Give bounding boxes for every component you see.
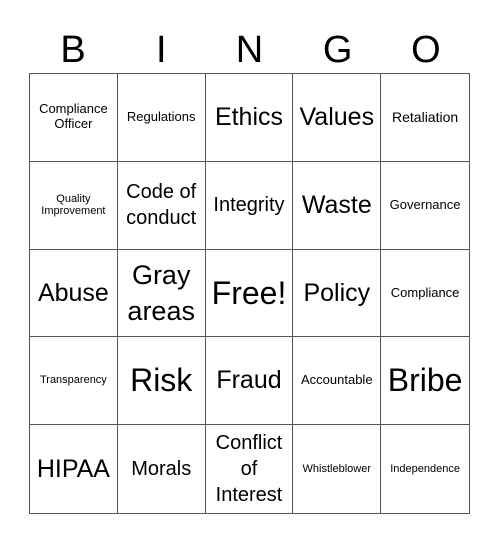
bingo-cell-text: Compliance Officer <box>39 101 108 132</box>
bingo-cell-text: Policy <box>303 278 371 307</box>
bingo-cell[interactable]: Policy <box>293 249 382 338</box>
bingo-cell[interactable]: Conflict of Interest <box>206 425 294 513</box>
bingo-cell[interactable]: Fraud <box>205 337 294 426</box>
bingo-cell[interactable]: Compliance <box>381 250 469 338</box>
bingo-cell[interactable]: Ethics <box>205 74 294 162</box>
bingo-cell-text: Compliance <box>390 284 460 300</box>
bingo-cell[interactable]: Gray areas <box>117 249 206 338</box>
bingo-cell-text: Accountable <box>301 372 373 388</box>
bingo-cell-text: Transparency <box>39 374 107 387</box>
bingo-cell[interactable]: Integrity <box>205 161 294 250</box>
bingo-cell-text: Whistleblower <box>302 462 372 475</box>
bingo-cell-text: Free! <box>211 274 287 311</box>
bingo-cell-text: HIPAA <box>36 454 110 483</box>
header-letter-i: I <box>156 29 167 71</box>
bingo-header: B I N G O <box>29 28 470 72</box>
bingo-cell[interactable]: Bribe <box>381 337 469 426</box>
bingo-cell[interactable]: Compliance Officer <box>30 74 118 162</box>
bingo-cell-text: Morals <box>131 458 192 481</box>
bingo-cell[interactable]: Waste <box>293 161 382 250</box>
header-letter-g: G <box>322 29 353 71</box>
bingo-cell[interactable]: HIPAA <box>30 425 118 513</box>
header-letter-o: O <box>411 29 441 71</box>
bingo-cell-text: Ethics <box>214 103 284 132</box>
bingo-cell[interactable]: Accountable <box>293 337 382 426</box>
bingo-cell-text: Code of conduct <box>126 181 197 230</box>
bingo-cell[interactable]: Risk <box>117 337 206 426</box>
bingo-grid: Compliance Officer Regulations Ethics Value… <box>29 73 470 514</box>
bingo-cell[interactable]: Abuse <box>30 249 118 338</box>
bingo-cell[interactable]: Transparency <box>30 337 118 426</box>
bingo-cell[interactable]: Regulations <box>117 74 206 162</box>
bingo-cell[interactable]: Quality Improvement <box>30 161 118 250</box>
bingo-cell[interactable]: Whistleblower <box>293 425 382 513</box>
bingo-cell-text: Independence <box>390 462 460 475</box>
bingo-cell[interactable]: Morals <box>118 425 206 513</box>
bingo-cell-text: Risk <box>130 362 193 399</box>
bingo-cell-text: Bribe <box>387 362 463 399</box>
bingo-cell-text: Abuse <box>37 278 109 307</box>
header-letter-n: N <box>235 29 264 71</box>
bingo-cell-text: Retaliation <box>392 109 459 126</box>
bingo-cell-text: Gray areas <box>127 259 195 326</box>
bingo-cell-text: Quality Improvement <box>41 192 106 218</box>
bingo-cell[interactable]: Governance <box>381 162 469 250</box>
bingo-cell[interactable]: Code of conduct <box>117 161 206 250</box>
bingo-cell[interactable]: Retaliation <box>381 74 469 162</box>
bingo-cell-text: Integrity <box>213 194 285 217</box>
header-letter-b: B <box>60 29 86 71</box>
bingo-cell-text: Governance <box>389 196 461 212</box>
bingo-cell-text: Conflict of Interest <box>215 432 283 507</box>
bingo-cell-text: Values <box>299 103 375 132</box>
bingo-cell[interactable]: Independence <box>381 425 469 513</box>
bingo-cell-free[interactable]: Free! <box>205 249 294 338</box>
bingo-cell-text: Regulations <box>126 108 196 124</box>
bingo-cell-text: Fraud <box>216 366 282 395</box>
bingo-cell[interactable]: Values <box>293 74 382 162</box>
bingo-cell-text: Waste <box>301 190 372 219</box>
